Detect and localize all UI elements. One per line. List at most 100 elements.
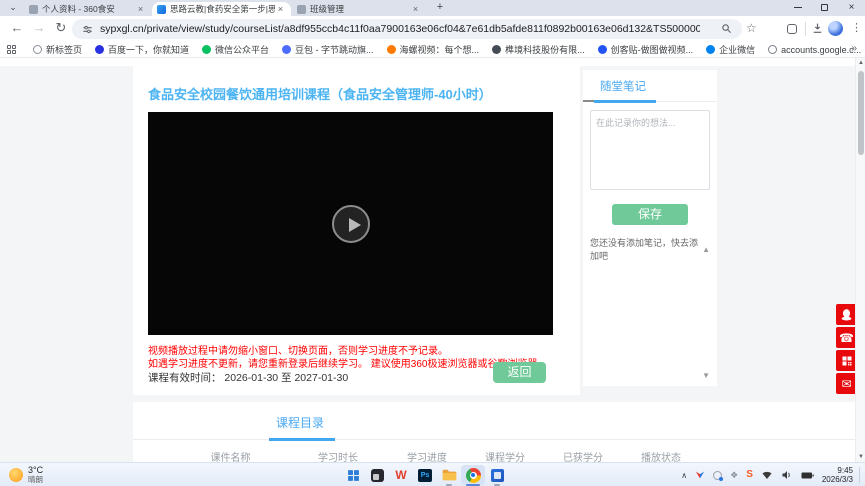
back-icon[interactable]: ← bbox=[8, 20, 26, 35]
close-button[interactable]: × bbox=[838, 0, 865, 15]
weather-temp: 3°C bbox=[28, 465, 44, 475]
new-tab-button[interactable]: + bbox=[433, 1, 447, 15]
qq-contact-button[interactable] bbox=[836, 304, 857, 325]
bookmark-item[interactable]: 海螺视频：每个想... bbox=[386, 43, 479, 56]
sun-icon bbox=[9, 467, 23, 482]
tab-close-icon[interactable]: × bbox=[275, 4, 286, 14]
dark-app-icon bbox=[370, 468, 384, 482]
bookmark-star-icon[interactable]: ☆ bbox=[746, 21, 757, 35]
weather-widget[interactable]: 3°C 晴朗 bbox=[9, 465, 43, 484]
catalog-tab-underline bbox=[269, 438, 335, 441]
taskbar-clock[interactable]: 9:45 2026/3/3 bbox=[822, 466, 853, 484]
url-text[interactable]: sypxgl.cn/private/view/study/courseList/… bbox=[100, 23, 700, 35]
scrollbar-up-icon[interactable]: ▲ bbox=[856, 60, 865, 66]
bookmark-label: 榫境科技股份有限... bbox=[505, 45, 585, 55]
course-title: 食品安全校园餐饮通用培训课程（食品安全管理师-40小时） bbox=[148, 87, 492, 102]
qrcode-icon bbox=[842, 356, 851, 365]
notes-tabrow: 随堂笔记 bbox=[583, 70, 717, 103]
bookmarks-overflow-icon[interactable]: » bbox=[851, 43, 857, 54]
bookmark-item[interactable]: 微信公众平台 bbox=[202, 43, 269, 56]
column-header: 课件名称 bbox=[210, 453, 251, 462]
tray-sync-icon[interactable] bbox=[713, 470, 724, 481]
show-desktop-edge[interactable] bbox=[859, 467, 860, 483]
bookmark-label: 创客贴-做图做视频... bbox=[610, 45, 694, 55]
video-panel: 食品安全校园餐饮通用培训课程（食品安全管理师-40小时） 视频播放过程中请勿缩小… bbox=[133, 62, 580, 395]
download-icon[interactable] bbox=[811, 22, 824, 35]
volume-icon[interactable] bbox=[781, 470, 793, 480]
notes-dash bbox=[583, 100, 594, 102]
tab-course-catalog[interactable]: 课程目录 bbox=[276, 414, 324, 431]
bookmark-item[interactable]: 豆包 - 字节跳动旗... bbox=[282, 43, 374, 56]
play-icon bbox=[348, 217, 361, 232]
bookmark-item[interactable]: 创客贴-做图做视频... bbox=[597, 43, 694, 56]
browser-menu-icon[interactable]: ⋮ bbox=[851, 21, 862, 34]
baidu-icon bbox=[95, 45, 105, 54]
tab-class-notes[interactable]: 随堂笔记 bbox=[600, 78, 646, 94]
tray-expand-icon[interactable]: ∧ bbox=[681, 471, 687, 480]
scrollbar-down-icon[interactable]: ▼ bbox=[856, 454, 865, 460]
bookmark-item[interactable]: 百度一下，你就知道 bbox=[95, 43, 189, 56]
bookmark-label: 微信公众平台 bbox=[215, 45, 270, 55]
catalog-tabrow: 课程目录 bbox=[133, 402, 855, 441]
bookmark-item[interactable]: accounts.google.c... bbox=[768, 45, 861, 55]
play-button[interactable] bbox=[331, 204, 370, 243]
sogou-input-icon[interactable]: S bbox=[746, 470, 753, 480]
save-note-button[interactable]: 保存 bbox=[612, 204, 688, 225]
chrome-button[interactable] bbox=[461, 465, 485, 486]
office-app-icon bbox=[490, 468, 504, 482]
profile-avatar[interactable] bbox=[828, 21, 843, 36]
zoom-icon[interactable] bbox=[721, 23, 732, 34]
globe-icon bbox=[492, 45, 502, 54]
bookmark-item[interactable]: 新标签页 bbox=[33, 43, 82, 56]
tray-utility-icon[interactable]: ❖ bbox=[730, 470, 738, 480]
scroll-down-icon[interactable]: ▼ bbox=[702, 371, 710, 380]
reload-icon[interactable]: ↻ bbox=[52, 20, 70, 36]
warning-text-2: 如遇学习进度不更新，请您重新登录后继续学习。 建议使用360极速浏览器或谷歌浏览… bbox=[148, 359, 548, 370]
clock-date: 2026/3/3 bbox=[821, 475, 853, 484]
tray-app-icon[interactable] bbox=[695, 470, 705, 480]
wifi-icon[interactable] bbox=[761, 470, 773, 480]
minimize-button[interactable] bbox=[784, 0, 811, 15]
bookmark-label: 企业微信 bbox=[719, 45, 756, 55]
maximize-button[interactable] bbox=[811, 0, 838, 15]
phone-icon: ☎ bbox=[839, 330, 854, 345]
notes-input[interactable] bbox=[590, 110, 710, 190]
maximize-icon bbox=[821, 4, 828, 11]
site-info-icon[interactable] bbox=[82, 24, 93, 35]
bookmark-item[interactable]: 企业微信 bbox=[706, 43, 755, 56]
qrcode-button[interactable] bbox=[836, 350, 857, 371]
course-validity: 课程有效时间： 2026-01-30 至 2027-01-30 bbox=[148, 372, 349, 384]
phone-contact-button[interactable]: ☎ bbox=[836, 327, 857, 348]
dark-app-button[interactable] bbox=[365, 465, 389, 485]
browser-tab-2-active[interactable]: 思路云教|食药安全第一步|思拓 × bbox=[152, 2, 291, 16]
page-scrollbar[interactable]: ▲ ▼ bbox=[855, 58, 865, 462]
mail-contact-button[interactable]: ✉ bbox=[836, 373, 857, 394]
chrome-icon bbox=[465, 467, 481, 483]
office-app-button[interactable] bbox=[485, 465, 509, 486]
column-header: 已获学分 bbox=[563, 453, 603, 462]
extensions-icon[interactable] bbox=[787, 24, 797, 34]
bookmark-label: 豆包 - 字节跳动旗... bbox=[295, 45, 374, 55]
back-to-list-button[interactable]: 返回 bbox=[493, 362, 546, 383]
video-player[interactable] bbox=[148, 112, 553, 335]
tab-search-icon[interactable]: ⌄ bbox=[5, 1, 21, 14]
bookmark-item[interactable]: 榫境科技股份有限... bbox=[492, 43, 585, 56]
file-explorer-button[interactable] bbox=[437, 465, 461, 486]
forward-icon[interactable]: → bbox=[30, 20, 48, 35]
tab-close-icon[interactable]: × bbox=[410, 4, 421, 14]
battery-icon[interactable] bbox=[801, 471, 814, 480]
scrollbar-thumb[interactable] bbox=[858, 71, 864, 155]
start-button[interactable] bbox=[341, 465, 365, 485]
scroll-up-icon[interactable]: ▲ bbox=[702, 245, 710, 254]
google-icon bbox=[768, 45, 778, 54]
apps-grid-icon[interactable] bbox=[7, 45, 16, 54]
browser-tab-1[interactable]: 个人资料 - 360食安 × bbox=[24, 2, 151, 16]
address-bar[interactable]: sypxgl.cn/private/view/study/courseList/… bbox=[72, 19, 742, 39]
tab-close-icon[interactable]: × bbox=[135, 4, 146, 14]
photoshop-button[interactable]: Ps bbox=[413, 465, 437, 485]
wps-button[interactable]: W bbox=[389, 465, 413, 485]
hailuo-icon bbox=[386, 45, 396, 54]
wechat-icon bbox=[202, 45, 212, 54]
browser-tab-3[interactable]: 班级管理 × bbox=[292, 2, 426, 16]
taskbar-apps: W Ps bbox=[341, 465, 509, 486]
